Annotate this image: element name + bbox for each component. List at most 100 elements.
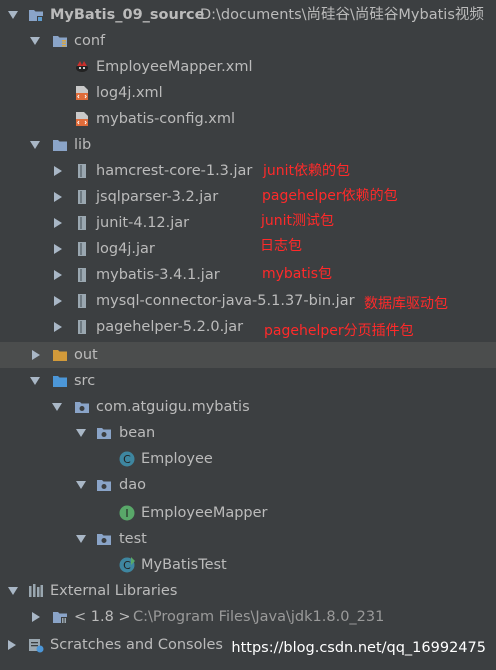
- jdk-path: C:\Program Files\Java\jdk1.8.0_231: [133, 609, 385, 625]
- package-label-bean: bean: [119, 425, 156, 441]
- chevron-right-icon[interactable]: [54, 244, 62, 254]
- chevron-down-icon[interactable]: [8, 11, 18, 19]
- tree-row-out[interactable]: out: [0, 342, 496, 368]
- chevron-right-icon[interactable]: [54, 218, 62, 228]
- chevron-right-icon[interactable]: [54, 270, 62, 280]
- chevron-down-icon[interactable]: [52, 403, 62, 411]
- tree-row-interface[interactable]: I EmployeeMapper: [0, 500, 496, 526]
- scratches-icon: [29, 639, 44, 653]
- tree-row-jar[interactable]: mybatis-3.4.1.jar: [0, 262, 496, 288]
- chevron-down-icon[interactable]: [76, 481, 86, 489]
- external-libraries-icon: [29, 584, 43, 597]
- svg-text:C: C: [123, 453, 131, 466]
- source-folder-icon: [53, 376, 67, 387]
- tree-row-jar[interactable]: hamcrest-core-1.3.jar: [0, 158, 496, 184]
- xml-file-icon: [76, 86, 88, 100]
- jar-label: pagehelper-5.2.0.jar: [96, 319, 244, 335]
- chevron-right-icon[interactable]: [32, 612, 40, 622]
- annotation-note: pagehelper分页插件包: [264, 323, 414, 339]
- tree-row-jar[interactable]: junit-4.12.jar: [0, 210, 496, 236]
- jar-label: log4j.jar: [96, 241, 155, 257]
- jar-icon: [78, 190, 86, 204]
- tree-row-conf[interactable]: conf: [0, 28, 496, 54]
- chevron-down-icon[interactable]: [30, 141, 40, 149]
- jar-icon: [78, 294, 86, 308]
- jar-icon: [78, 216, 86, 230]
- package-label-test: test: [119, 531, 147, 547]
- tree-row-jar[interactable]: log4j.jar: [0, 236, 496, 262]
- tree-row-test[interactable]: test: [0, 526, 496, 552]
- jar-icon: [78, 164, 86, 178]
- class-label: Employee: [141, 451, 213, 467]
- class-icon: C: [119, 451, 135, 467]
- module-folder-icon: [29, 10, 43, 22]
- chevron-right-icon[interactable]: [54, 192, 62, 202]
- file-label: log4j.xml: [96, 85, 163, 101]
- tree-row-package[interactable]: com.atguigu.mybatis: [0, 394, 496, 420]
- jar-label: mysql-connector-java-5.1.37-bin.jar: [96, 293, 355, 309]
- file-label: EmployeeMapper.xml: [96, 59, 253, 75]
- scratches-label: Scratches and Consoles: [50, 637, 223, 653]
- chevron-down-icon[interactable]: [30, 37, 40, 45]
- mybatis-mapper-icon: [76, 61, 88, 72]
- jdk-label: < 1.8 >: [74, 609, 131, 625]
- chevron-right-icon[interactable]: [54, 296, 62, 306]
- package-icon: [97, 534, 111, 545]
- package-label: com.atguigu.mybatis: [96, 399, 250, 415]
- interface-label: EmployeeMapper: [141, 505, 268, 521]
- tree-row-class[interactable]: C Employee: [0, 446, 496, 472]
- chevron-down-icon[interactable]: [76, 429, 86, 437]
- chevron-down-icon[interactable]: [30, 377, 40, 385]
- folder-label-src: src: [74, 373, 96, 389]
- annotation-note: 数据库驱动包: [364, 296, 448, 312]
- class-icon: C: [119, 557, 135, 573]
- tree-row-jdk[interactable]: < 1.8 > C:\Program Files\Java\jdk1.8.0_2…: [0, 604, 496, 630]
- tree-row-jar[interactable]: pagehelper-5.2.0.jar: [0, 314, 496, 340]
- folder-label-lib: lib: [74, 137, 92, 153]
- annotation-note: pagehelper依赖的包: [262, 188, 398, 204]
- chevron-down-icon[interactable]: [76, 535, 86, 543]
- annotation-note: junit测试包: [261, 213, 335, 229]
- chevron-right-icon[interactable]: [54, 166, 62, 176]
- xml-file-icon: [76, 112, 88, 126]
- excluded-folder-icon: [53, 350, 67, 361]
- chevron-down-icon[interactable]: [8, 587, 18, 595]
- jar-label: junit-4.12.jar: [96, 215, 190, 231]
- jar-icon: [78, 320, 86, 334]
- tree-row-bean[interactable]: bean: [0, 420, 496, 446]
- tree-row-file[interactable]: EmployeeMapper.xml: [0, 54, 496, 80]
- tree-row-jar[interactable]: jsqlparser-3.2.jar: [0, 184, 496, 210]
- folder-label-out: out: [74, 347, 98, 363]
- svg-text:C: C: [123, 559, 131, 572]
- jar-icon: [78, 242, 86, 256]
- annotation-note: mybatis包: [262, 266, 333, 282]
- svg-text:I: I: [125, 507, 128, 520]
- package-icon: [97, 480, 111, 491]
- file-label: mybatis-config.xml: [96, 111, 236, 127]
- watermark: https://blog.csdn.net/qq_16992475: [231, 640, 486, 656]
- class-label: MyBatisTest: [141, 557, 227, 573]
- resources-folder-icon: [53, 36, 67, 47]
- project-name: MyBatis_09_source: [50, 7, 205, 23]
- tree-row-class[interactable]: C MyBatisTest: [0, 552, 496, 578]
- interface-icon: I: [119, 505, 135, 521]
- folder-label-conf: conf: [74, 33, 106, 49]
- jar-icon: [78, 268, 86, 282]
- tree-row-external-libraries[interactable]: External Libraries: [0, 578, 496, 604]
- tree-row-dao[interactable]: dao: [0, 472, 496, 498]
- chevron-right-icon[interactable]: [32, 350, 40, 360]
- tree-row-file[interactable]: log4j.xml: [0, 80, 496, 106]
- annotation-note: junit依赖的包: [263, 163, 351, 179]
- chevron-right-icon[interactable]: [54, 322, 62, 332]
- jdk-folder-icon: [53, 612, 67, 624]
- tree-row-file[interactable]: mybatis-config.xml: [0, 106, 496, 132]
- package-label-dao: dao: [119, 477, 146, 493]
- tree-row-project[interactable]: MyBatis_09_source D:\documents\尚硅谷\尚硅谷My…: [0, 2, 496, 28]
- project-path: D:\documents\尚硅谷\尚硅谷Mybatis视频: [200, 7, 484, 23]
- annotation-note: 日志包: [260, 238, 302, 254]
- jar-label: jsqlparser-3.2.jar: [96, 189, 219, 205]
- tree-row-src[interactable]: src: [0, 368, 496, 394]
- tree-row-lib[interactable]: lib: [0, 132, 496, 158]
- package-icon: [97, 428, 111, 439]
- chevron-right-icon[interactable]: [8, 640, 16, 650]
